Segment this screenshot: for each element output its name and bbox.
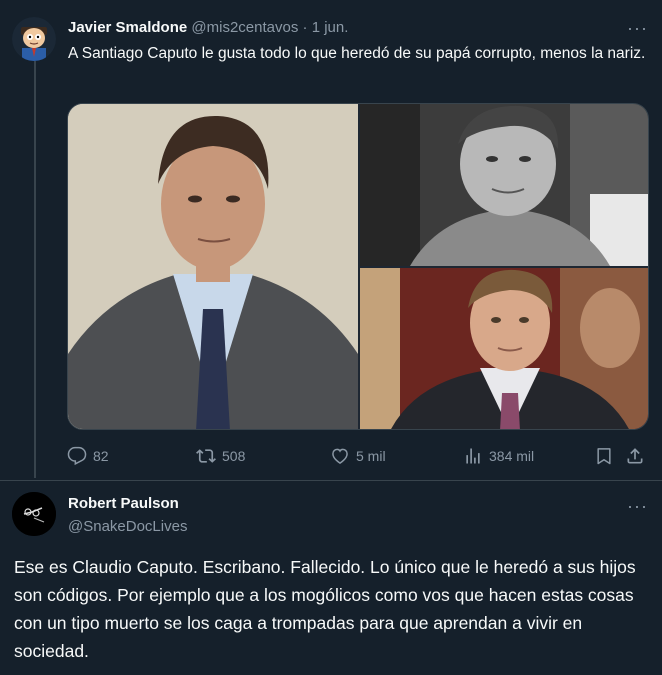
- more-dots-icon[interactable]: ···: [627, 497, 648, 515]
- avatar-javier[interactable]: [12, 17, 56, 61]
- like-count: 5 mil: [356, 448, 386, 464]
- tweet-header: Javier Smaldone @mis2centavos · 1 jun.: [68, 18, 348, 38]
- like-button[interactable]: 5 mil: [330, 444, 386, 468]
- heart-icon: [332, 448, 348, 464]
- media-grid[interactable]: [67, 103, 649, 430]
- reply-author-name[interactable]: Robert Paulson: [68, 495, 179, 512]
- reply-author-handle[interactable]: @SnakeDocLives: [68, 517, 187, 537]
- tweet-actions: 82 508 5 mil 384 mil: [67, 444, 651, 468]
- reply-button[interactable]: 82: [67, 444, 109, 468]
- thread-line: [34, 60, 36, 478]
- photo-man-suit[interactable]: [68, 104, 358, 429]
- bookmark-button[interactable]: [594, 444, 614, 468]
- avatar-robert[interactable]: [12, 492, 56, 536]
- reply-count: 82: [93, 448, 109, 464]
- tweet-main[interactable]: Javier Smaldone @mis2centavos · 1 jun. ·…: [0, 0, 662, 480]
- tweet-text: A Santiago Caputo le gusta todo lo que h…: [68, 45, 646, 62]
- views-button[interactable]: 384 mil: [463, 444, 534, 468]
- retweet-button[interactable]: 508: [196, 444, 245, 468]
- tweet-divider: [0, 480, 662, 481]
- bookmark-icon: [597, 448, 611, 465]
- reply-header: Robert Paulson: [68, 494, 179, 514]
- views-count: 384 mil: [489, 448, 535, 464]
- author-handle[interactable]: @mis2centavos: [191, 19, 298, 36]
- share-button[interactable]: [625, 444, 645, 468]
- separator-dot: ·: [302, 19, 308, 36]
- share-icon: [627, 448, 643, 464]
- reply-icon: [67, 446, 87, 466]
- tweet-date[interactable]: 1 jun.: [312, 19, 349, 36]
- author-name[interactable]: Javier Smaldone: [68, 19, 187, 36]
- retweet-count: 508: [222, 448, 246, 464]
- photo-young-man-bw[interactable]: [360, 104, 648, 266]
- views-icon: [466, 448, 480, 464]
- retweet-icon: [196, 449, 216, 463]
- photo-young-man-suit[interactable]: [360, 268, 648, 429]
- more-dots-icon[interactable]: ···: [627, 19, 648, 37]
- reply-text: Ese es Claudio Caputo. Escribano. Fallec…: [14, 557, 636, 661]
